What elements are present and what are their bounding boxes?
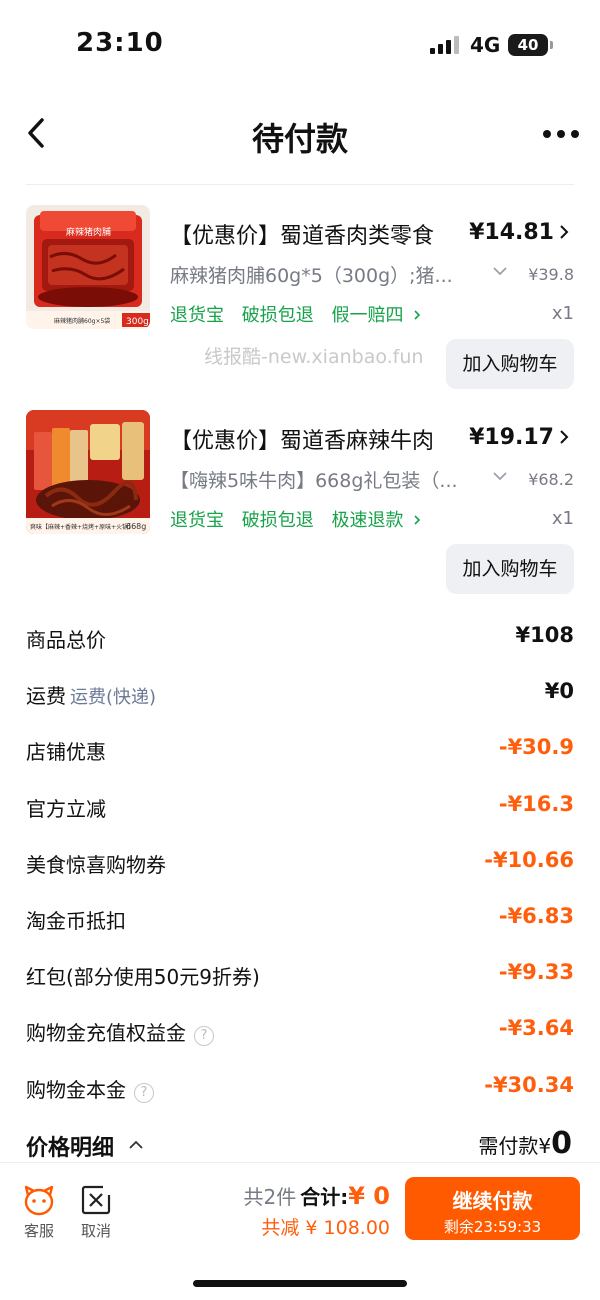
product-price: ¥14.81 xyxy=(469,220,554,245)
row-label: 红包(部分使用50元9折券) xyxy=(26,965,260,990)
chevron-right-icon[interactable] xyxy=(558,428,570,446)
continue-payment-button[interactable]: 继续付款 剩余23:59:33 xyxy=(405,1177,580,1240)
price-row: 淘金币抵扣 -¥6.83 xyxy=(0,889,600,945)
price-row: 红包(部分使用50元9折券) -¥9.33 xyxy=(0,945,600,1001)
add-to-cart-button[interactable]: 加入购物车 xyxy=(446,544,574,594)
row-label: 运费 运费(快递) xyxy=(26,684,157,709)
cancel-label: 取消 xyxy=(80,1222,111,1240)
service-tag: 退货宝 xyxy=(170,510,224,531)
thumb-weight: 300g xyxy=(126,317,149,327)
order-total: 共2件 合计:¥ 0 xyxy=(244,1181,391,1210)
shipping-method: 运费(快递) xyxy=(70,687,157,709)
row-value: -¥30.9 xyxy=(498,735,574,760)
price-row: 商品总价 ¥108 xyxy=(0,608,600,664)
page-title: 待付款 xyxy=(251,120,348,158)
price-row: 购物金本金? -¥30.34 xyxy=(0,1058,600,1114)
product-spec[interactable]: 【嗨辣5味牛肉】668g礼包装（... xyxy=(170,466,480,493)
thumb-weight: 668g xyxy=(126,522,146,531)
watermark: 线报酷-new.xianbao.fun xyxy=(204,346,424,368)
order-item[interactable]: 麻辣猪肉脯 麻辣猪肉脯60g×5袋 300g 【优惠价】蜀道香肉类零食 ¥14.… xyxy=(0,205,600,405)
chevron-right-icon[interactable] xyxy=(558,223,570,241)
price-row: 官方立减 -¥16.3 xyxy=(0,777,600,833)
service-tag: 退货宝 xyxy=(170,305,224,326)
amount-due: 需付款¥0 xyxy=(478,1126,572,1161)
original-price: ¥68.2 xyxy=(528,470,574,489)
row-label: 购物金本金? xyxy=(26,1074,154,1103)
customer-service-label: 客服 xyxy=(23,1222,54,1240)
price-row: 运费 运费(快递) ¥0 xyxy=(0,664,600,720)
product-title[interactable]: 【优惠价】蜀道香肉类零食 xyxy=(170,218,434,250)
service-tag: 假一赔四 xyxy=(331,305,404,326)
price-breakdown: 商品总价 ¥108 运费 运费(快递) ¥0 店铺优惠 -¥30.9 官方立减 -… xyxy=(0,608,600,1114)
price-row: 购物金充值权益金? -¥3.64 xyxy=(0,1001,600,1057)
chevron-right-icon xyxy=(414,310,421,320)
add-to-cart-button[interactable]: 加入购物车 xyxy=(446,339,574,389)
total-discount: 共减 ¥ 108.00 xyxy=(261,1217,390,1239)
total-label: 合计: xyxy=(300,1185,349,1209)
status-bar: 23:10 4G 40 xyxy=(0,0,600,90)
customer-service-button[interactable]: 客服 xyxy=(14,1183,64,1241)
service-tag: 破损包退 xyxy=(241,305,314,326)
quantity: x1 xyxy=(551,508,574,529)
chevron-up-icon[interactable] xyxy=(128,1140,144,1150)
row-label: 官方立减 xyxy=(26,796,106,821)
price-row: 店铺优惠 -¥30.9 xyxy=(0,720,600,776)
chevron-down-icon[interactable] xyxy=(492,265,508,277)
thumb-label: 麻辣猪肉脯60g×5袋 xyxy=(54,317,110,325)
original-price: ¥39.8 xyxy=(528,265,574,284)
price-detail-toggle[interactable]: 价格明细 需付款¥0 xyxy=(0,1122,600,1166)
row-value: -¥6.83 xyxy=(498,903,574,928)
service-tag: 极速退款 xyxy=(331,510,404,531)
help-icon[interactable]: ? xyxy=(194,1026,214,1047)
row-value: -¥10.66 xyxy=(484,847,574,872)
row-label: 店铺优惠 xyxy=(26,740,106,765)
divider xyxy=(26,184,574,185)
service-tags[interactable]: 退货宝 破损包退 假一赔四 xyxy=(170,301,421,327)
row-label: 商品总价 xyxy=(26,628,106,652)
row-value: -¥16.3 xyxy=(498,791,574,816)
product-spec[interactable]: 麻辣猪肉脯60g*5（300g）;猪... xyxy=(170,261,480,288)
product-image[interactable]: 爽味【麻辣+香辣+烧烤+原味+火锅】 668g xyxy=(26,410,150,534)
pay-button-label: 继续付款 xyxy=(452,1189,533,1213)
more-options-icon[interactable] xyxy=(543,130,579,138)
row-label: 美食惊喜购物券 xyxy=(26,852,166,877)
row-label: 淘金币抵扣 xyxy=(26,908,126,933)
row-value: ¥0 xyxy=(544,679,574,704)
price-row: 美食惊喜购物券 -¥10.66 xyxy=(0,833,600,889)
order-item[interactable]: 爽味【麻辣+香辣+烧烤+原味+火锅】 668g 【优惠价】蜀道香麻辣牛肉 ¥19… xyxy=(0,410,600,610)
status-time: 23:10 xyxy=(76,28,164,58)
row-value: -¥9.33 xyxy=(498,960,574,985)
chevron-down-icon[interactable] xyxy=(492,470,508,482)
service-tag: 破损包退 xyxy=(241,510,314,531)
product-image[interactable]: 麻辣猪肉脯 麻辣猪肉脯60g×5袋 300g xyxy=(26,205,150,329)
chevron-right-icon xyxy=(414,515,421,525)
cancel-order-button[interactable]: 取消 xyxy=(71,1183,121,1241)
battery-icon: 40 xyxy=(508,34,553,56)
total-amount: ¥ 0 xyxy=(348,1182,390,1210)
service-tags[interactable]: 退货宝 破损包退 极速退款 xyxy=(170,506,421,532)
price-detail-label[interactable]: 价格明细 xyxy=(26,1130,114,1162)
help-icon[interactable]: ? xyxy=(134,1082,154,1103)
row-value: -¥3.64 xyxy=(498,1016,574,1041)
cancel-icon xyxy=(81,1185,111,1215)
item-count: 共2件 xyxy=(243,1185,297,1209)
row-value: ¥108 xyxy=(515,623,574,647)
thumb-label: 麻辣猪肉脯 xyxy=(66,226,111,238)
home-indicator[interactable] xyxy=(193,1280,407,1287)
thumb-label: 爽味【麻辣+香辣+烧烤+原味+火锅】 xyxy=(30,523,134,531)
quantity: x1 xyxy=(551,303,574,324)
nav-bar: 待付款 xyxy=(0,100,600,166)
row-value: -¥30.34 xyxy=(484,1072,574,1097)
product-price: ¥19.17 xyxy=(469,425,554,450)
network-type: 4G xyxy=(470,33,501,57)
payment-countdown: 剩余23:59:33 xyxy=(443,1218,542,1236)
row-label: 购物金充值权益金? xyxy=(26,1017,214,1047)
product-title[interactable]: 【优惠价】蜀道香麻辣牛肉 xyxy=(170,423,434,455)
customer-service-icon xyxy=(24,1185,54,1216)
cellular-signal-icon xyxy=(430,36,462,54)
